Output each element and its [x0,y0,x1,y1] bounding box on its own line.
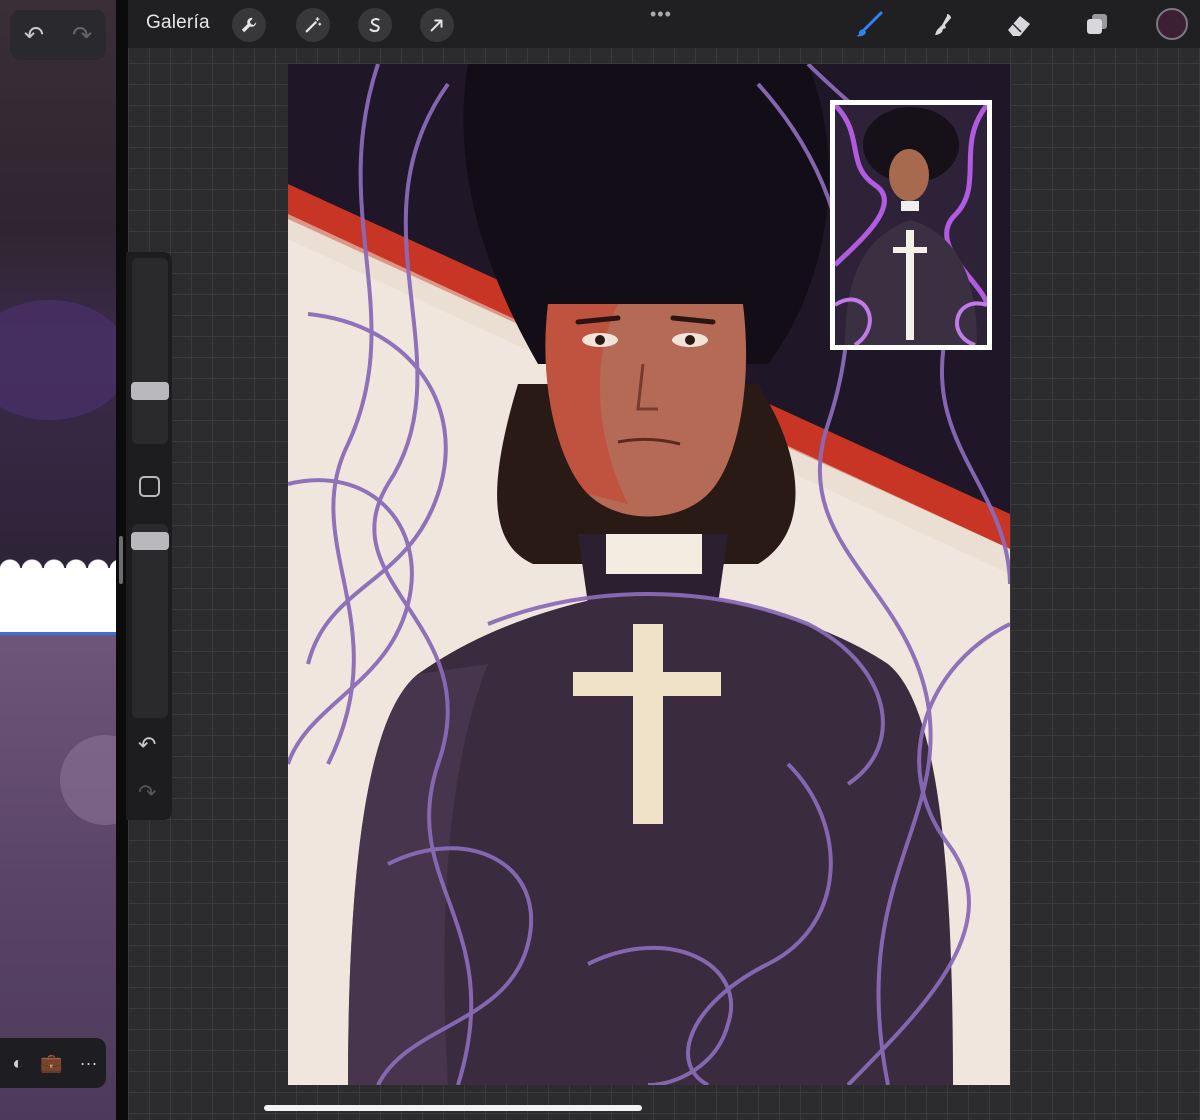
brush-size-slider[interactable] [132,258,168,444]
gallery-button[interactable]: Galería [146,12,210,34]
wrench-icon[interactable] [232,8,266,42]
undo-icon[interactable]: ↶ [24,21,44,50]
more-options-icon[interactable]: ••• [650,4,672,25]
left-pane-toolbar: ◐ 💼 ··· [0,1038,106,1088]
left-pane-image [0,0,116,570]
left-pane-cloud [0,558,116,634]
redo-icon[interactable]: ↷ [72,21,92,50]
brush-size-thumb[interactable] [131,382,169,400]
layers-icon[interactable] [1080,8,1114,42]
modify-button[interactable] [139,476,160,497]
opacity-slider[interactable] [132,524,168,718]
brush-icon[interactable] [852,8,886,42]
sidebar-redo-icon[interactable]: ↷ [138,780,156,806]
transform-arrow-icon[interactable] [420,8,454,42]
split-view-left-app[interactable]: ↶ ↷ ◐ 💼 ··· [0,0,116,1120]
circle-icon[interactable]: ◐ [12,1053,23,1074]
selection-icon[interactable] [358,8,392,42]
opacity-thumb[interactable] [131,532,169,550]
split-view-handle[interactable] [119,536,123,584]
smudge-icon[interactable] [926,8,960,42]
magic-wand-icon[interactable] [296,8,330,42]
home-indicator[interactable] [264,1105,642,1111]
eraser-icon[interactable] [1002,8,1036,42]
sidebar-undo-icon[interactable]: ↶ [138,732,156,758]
more-icon[interactable]: ··· [80,1053,98,1074]
reference-window[interactable] [830,100,992,350]
briefcase-icon[interactable]: 💼 [40,1053,62,1074]
color-swatch[interactable] [1156,8,1188,40]
reference-thumbnail [835,105,987,345]
left-undo-redo-group: ↶ ↷ [10,10,106,60]
